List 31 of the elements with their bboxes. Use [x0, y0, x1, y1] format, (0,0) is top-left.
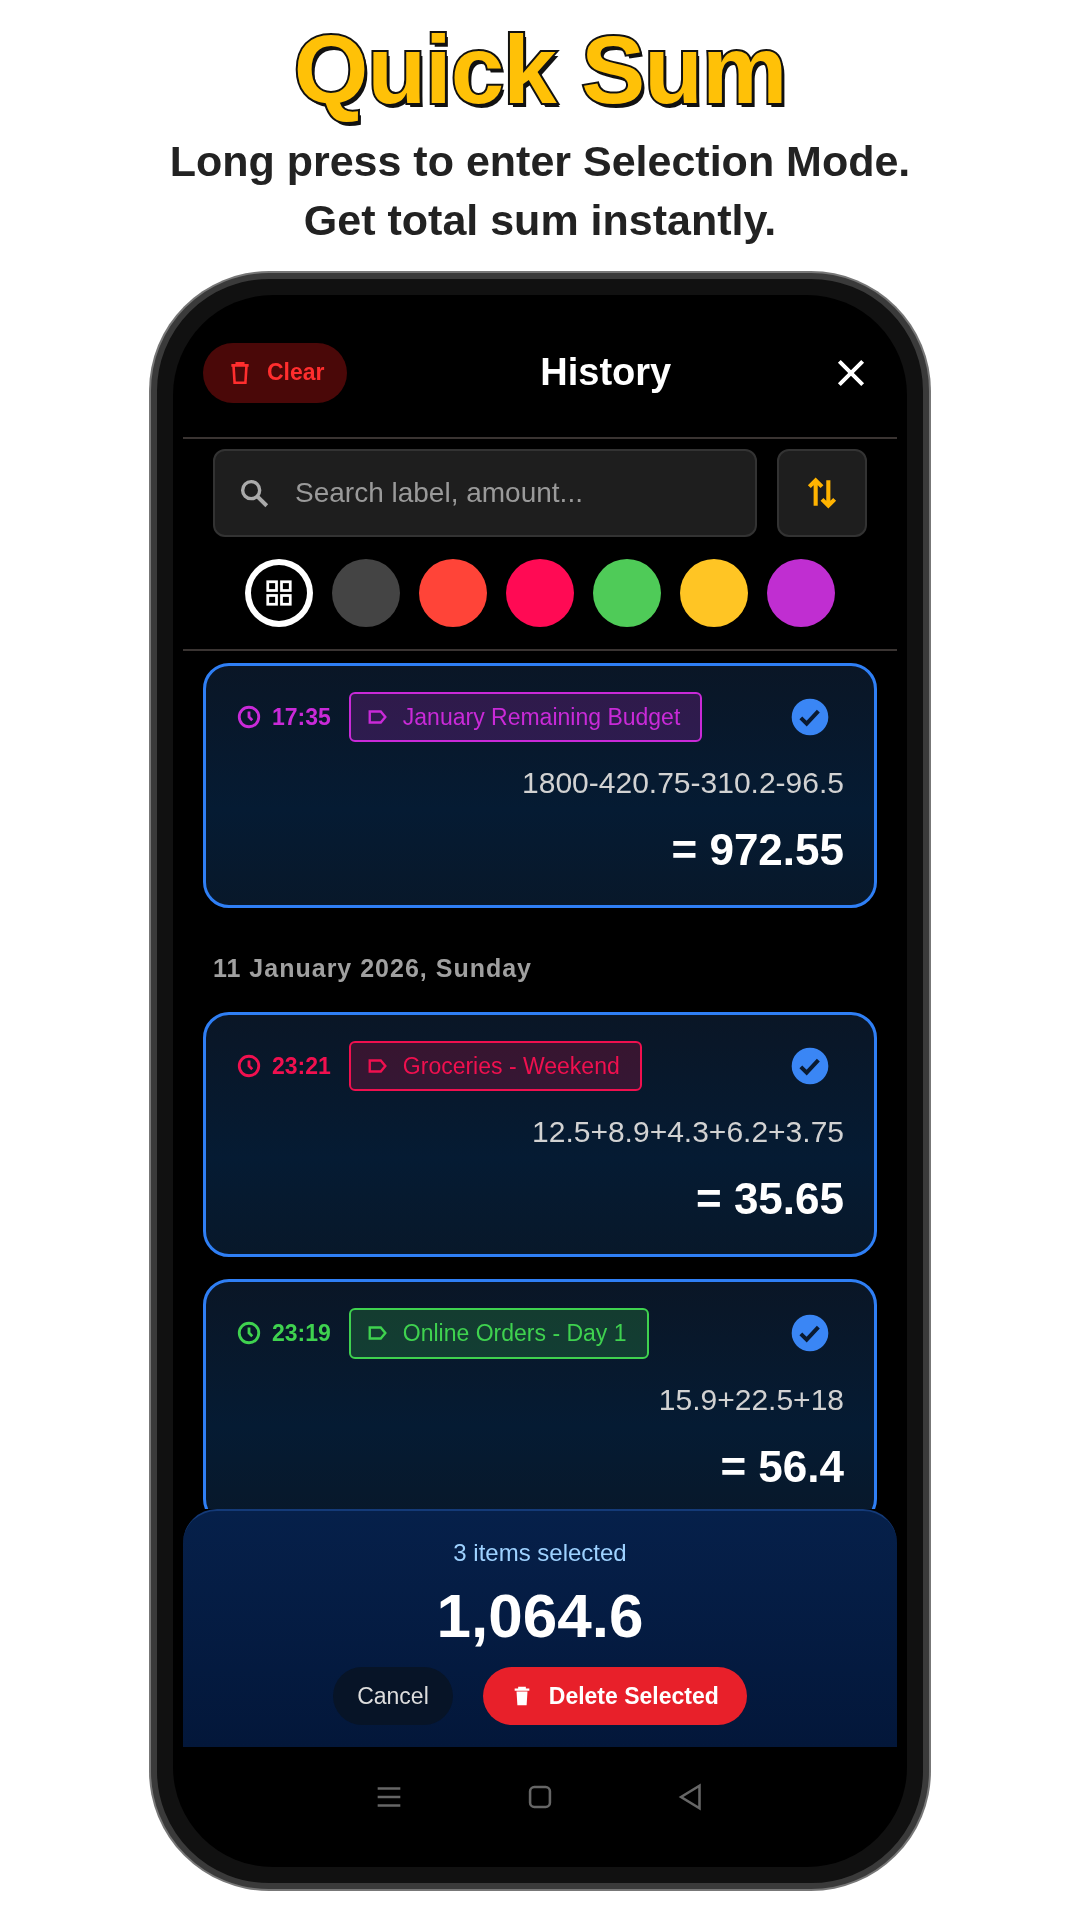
result-text: = 56.4 [719, 1440, 844, 1493]
subtitle-line: Get total sum instantly. [302, 195, 778, 247]
history-card[interactable]: 17:35 January Remaining Budget 1800-420.75-310.2-96.5 = 972.55 [203, 662, 877, 909]
expression-text: 15.9+22.5+18 [657, 1381, 844, 1418]
selected-count: 3 items selected [453, 1537, 627, 1568]
label-tag: January Remaining Budget [348, 691, 703, 743]
clear-button[interactable]: Clear [203, 342, 347, 403]
clock-icon [236, 703, 262, 730]
cancel-button[interactable]: Cancel [333, 1667, 453, 1726]
entry-time: 23:21 [272, 1051, 331, 1081]
clock-icon [236, 1052, 262, 1079]
sort-button[interactable] [777, 448, 867, 537]
entry-time: 23:19 [272, 1319, 331, 1349]
date-header: 11 January 2026, Sunday [213, 953, 532, 985]
label-tag: Groceries - Weekend [348, 1040, 642, 1092]
screen-title: History [540, 350, 672, 396]
delete-button[interactable]: Delete Selected [482, 1667, 747, 1726]
history-card[interactable]: 23:21 Groceries - Weekend 12.5+8.9+4.3+6.2+3.75 = 35.65 [203, 1011, 877, 1258]
expression-text: 12.5+8.9+4.3+6.2+3.75 [531, 1114, 844, 1151]
entry-time: 17:35 [272, 702, 331, 732]
all-colors-filter[interactable] [245, 558, 313, 627]
result-text: = 972.55 [670, 824, 844, 877]
grid-icon [264, 577, 294, 608]
result-text: = 35.65 [694, 1173, 844, 1226]
total-sum: 1,064.6 [436, 1579, 644, 1652]
subtitle-line: Long press to enter Selection Mode. [168, 136, 912, 187]
history-card[interactable]: 23:19 Online Orders - Day 1 15.9+22.5+18 = 56.4 [203, 1279, 877, 1509]
search-field[interactable]: Search label, amount... [213, 448, 757, 537]
label-tag: Online Orders - Day 1 [348, 1308, 649, 1359]
clock-icon [236, 1320, 262, 1347]
expression-text: 1800-420.75-310.2-96.5 [521, 765, 844, 802]
